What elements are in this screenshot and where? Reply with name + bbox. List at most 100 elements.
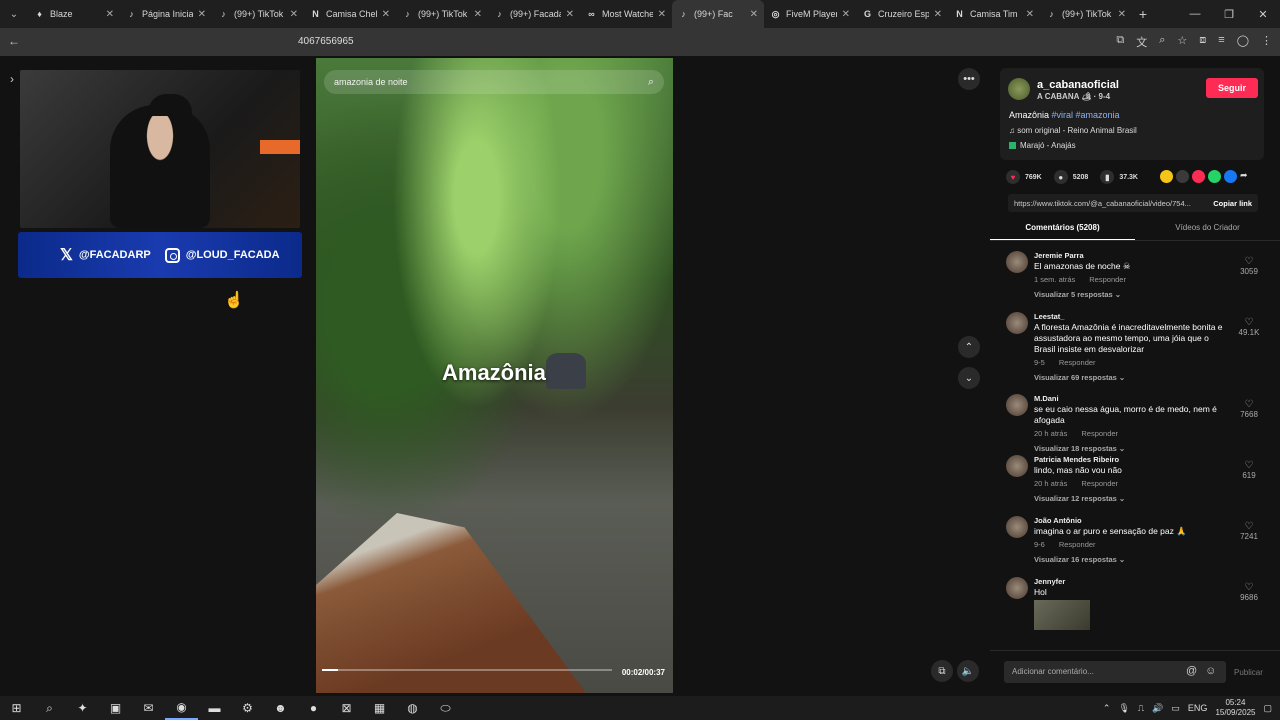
app-icon[interactable]: ⊠: [330, 696, 363, 720]
tab-close-icon[interactable]: ✕: [1026, 9, 1034, 20]
maximize-icon[interactable]: ❐: [1212, 0, 1246, 28]
browser-tab[interactable]: ◎ FiveM Player ✕: [764, 0, 856, 28]
commenter-avatar[interactable]: [1006, 455, 1028, 477]
notification-icon[interactable]: ▢: [1263, 703, 1272, 714]
tab-close-icon[interactable]: ✕: [658, 9, 666, 20]
minimize-icon[interactable]: —: [1178, 0, 1212, 28]
whatsapp-icon[interactable]: [1208, 170, 1221, 183]
mic-icon[interactable]: 🎙: [1118, 703, 1129, 714]
reply-button[interactable]: Responder: [1089, 275, 1126, 284]
search-icon[interactable]: ⌕: [33, 696, 66, 720]
commenter-avatar[interactable]: [1006, 312, 1028, 334]
tray-chevron-icon[interactable]: ⌃: [1103, 703, 1111, 714]
copy-link-button[interactable]: Copiar link: [1213, 199, 1252, 208]
comment-like[interactable]: ♡ 49.1K: [1234, 317, 1264, 337]
coin-icon[interactable]: [1160, 170, 1173, 183]
outlook-icon[interactable]: ✉: [132, 696, 165, 720]
bookmark-star-icon[interactable]: ☆: [1177, 34, 1187, 50]
chrome-icon[interactable]: ◉: [165, 696, 198, 720]
reply-button[interactable]: Responder: [1081, 429, 1118, 438]
view-replies-button[interactable]: Visualizar 5 respostas ⌄: [1034, 290, 1121, 299]
tab-close-icon[interactable]: ✕: [290, 9, 298, 20]
tab-creator-videos[interactable]: Vídeos do Criador: [1135, 218, 1280, 240]
facebook-icon[interactable]: [1224, 170, 1237, 183]
profile-icon[interactable]: ◯: [1237, 34, 1249, 50]
commenter-avatar[interactable]: [1006, 516, 1028, 538]
clock[interactable]: 05:24 15/09/2025: [1215, 698, 1255, 718]
browser-tab[interactable]: ♪ (99+) Facada ✕: [488, 0, 580, 28]
browser-tab[interactable]: ♪ (99+) TikTok ✕: [396, 0, 488, 28]
view-replies-button[interactable]: Visualizar 69 respostas ⌄: [1034, 373, 1125, 382]
tab-close-icon[interactable]: ✕: [198, 9, 206, 20]
comment-like[interactable]: ♡ 3059: [1234, 256, 1264, 276]
location-line[interactable]: Marajó - Anajás: [1009, 141, 1076, 150]
author-name[interactable]: a_cabanaoficial: [1037, 79, 1119, 91]
browser-tab[interactable]: N Camisa Tim ✕: [948, 0, 1040, 28]
back-icon[interactable]: ←: [8, 34, 20, 48]
author-avatar[interactable]: [1008, 78, 1030, 100]
browser-tab[interactable]: N Camisa Chelsea ✕: [304, 0, 396, 28]
browser-tab[interactable]: G Cruzeiro Esp ✕: [856, 0, 948, 28]
tab-close-icon[interactable]: ✕: [106, 9, 114, 20]
calculator-icon[interactable]: ▦: [363, 696, 396, 720]
comment-stat[interactable]: ● 5208: [1053, 170, 1088, 184]
tab-search-icon[interactable]: ⌄: [0, 0, 28, 28]
discord-icon[interactable]: ☻: [264, 696, 297, 720]
start-icon[interactable]: ⊞: [0, 696, 33, 720]
comment-like[interactable]: ♡ 7241: [1234, 521, 1264, 541]
view-replies-button[interactable]: Visualizar 16 respostas ⌄: [1034, 555, 1125, 564]
video-progress-bar[interactable]: [322, 669, 612, 671]
reply-button[interactable]: Responder: [1081, 479, 1118, 488]
cast-icon[interactable]: ⧉: [1116, 34, 1124, 50]
more-options-button[interactable]: •••: [958, 68, 980, 90]
video-search-bar[interactable]: amazonia de noite ⌕: [324, 70, 664, 94]
sidebar-expand-icon[interactable]: ›: [10, 72, 14, 86]
commenter-name[interactable]: M.Dani: [1034, 394, 1059, 403]
commenter-avatar[interactable]: [1006, 394, 1028, 416]
file-explorer-icon[interactable]: ▬: [198, 696, 231, 720]
copilot-icon[interactable]: ✦: [66, 696, 99, 720]
browser-tab[interactable]: ♦ Blaze ✕: [28, 0, 120, 28]
tab-comments[interactable]: Comentários (5208): [990, 218, 1135, 240]
comment-like[interactable]: ♡ 619: [1234, 460, 1264, 480]
network-icon[interactable]: ⎍: [1138, 703, 1144, 714]
commenter-name[interactable]: Jennyfer: [1034, 577, 1065, 586]
menu-icon[interactable]: ⋮: [1261, 34, 1272, 50]
new-tab-button[interactable]: +: [1132, 6, 1154, 22]
translate-icon[interactable]: 文: [1136, 34, 1147, 50]
media-icon[interactable]: ≡: [1218, 34, 1224, 50]
send-icon[interactable]: [1192, 170, 1205, 183]
steam-icon[interactable]: ⚙: [231, 696, 264, 720]
follow-button[interactable]: Seguir: [1206, 78, 1258, 98]
like-stat[interactable]: ♥ 769K: [1006, 170, 1042, 184]
previous-video-button[interactable]: ⌃: [958, 336, 980, 358]
pip-button[interactable]: ⧉: [931, 660, 953, 682]
game-icon[interactable]: ●: [297, 696, 330, 720]
commenter-name[interactable]: Jeremie Parra: [1034, 251, 1084, 260]
embed-icon[interactable]: [1176, 170, 1189, 183]
tab-close-icon[interactable]: ✕: [934, 9, 942, 20]
comment-image[interactable]: [1034, 600, 1090, 630]
next-video-button[interactable]: ⌄: [958, 367, 980, 389]
tab-close-icon[interactable]: ✕: [382, 9, 390, 20]
zoom-icon[interactable]: ⌕: [1159, 34, 1165, 50]
tab-close-icon[interactable]: ✕: [1118, 9, 1126, 20]
share-arrow-icon[interactable]: ➦: [1240, 170, 1252, 183]
tab-close-icon[interactable]: ✕: [750, 9, 758, 20]
video-player[interactable]: amazonia de noite ⌕ Amazônia 00:02/00:37: [316, 58, 673, 693]
extensions-icon[interactable]: ⧈: [1199, 34, 1206, 50]
language-indicator[interactable]: ENG: [1188, 703, 1208, 713]
browser-tab[interactable]: ♪ (99+) TikTok ✕: [1040, 0, 1132, 28]
close-icon[interactable]: ✕: [1246, 0, 1280, 28]
publish-button[interactable]: Publicar: [1234, 668, 1263, 677]
tab-close-icon[interactable]: ✕: [842, 9, 850, 20]
mouse-app-icon[interactable]: ⬭: [429, 696, 462, 720]
search-icon[interactable]: ⌕: [648, 76, 654, 89]
view-replies-button[interactable]: Visualizar 12 respostas ⌄: [1034, 494, 1125, 503]
commenter-name[interactable]: Patricia Mendes Ribeiro: [1034, 455, 1119, 464]
commenter-avatar[interactable]: [1006, 251, 1028, 273]
video-link[interactable]: https://www.tiktok.com/@a_cabanaoficial/…: [1014, 199, 1207, 208]
emoji-icon[interactable]: ☺: [1205, 665, 1216, 677]
comment-like[interactable]: ♡ 9686: [1234, 582, 1264, 602]
address-bar-text[interactable]: 4067656965: [298, 36, 354, 47]
